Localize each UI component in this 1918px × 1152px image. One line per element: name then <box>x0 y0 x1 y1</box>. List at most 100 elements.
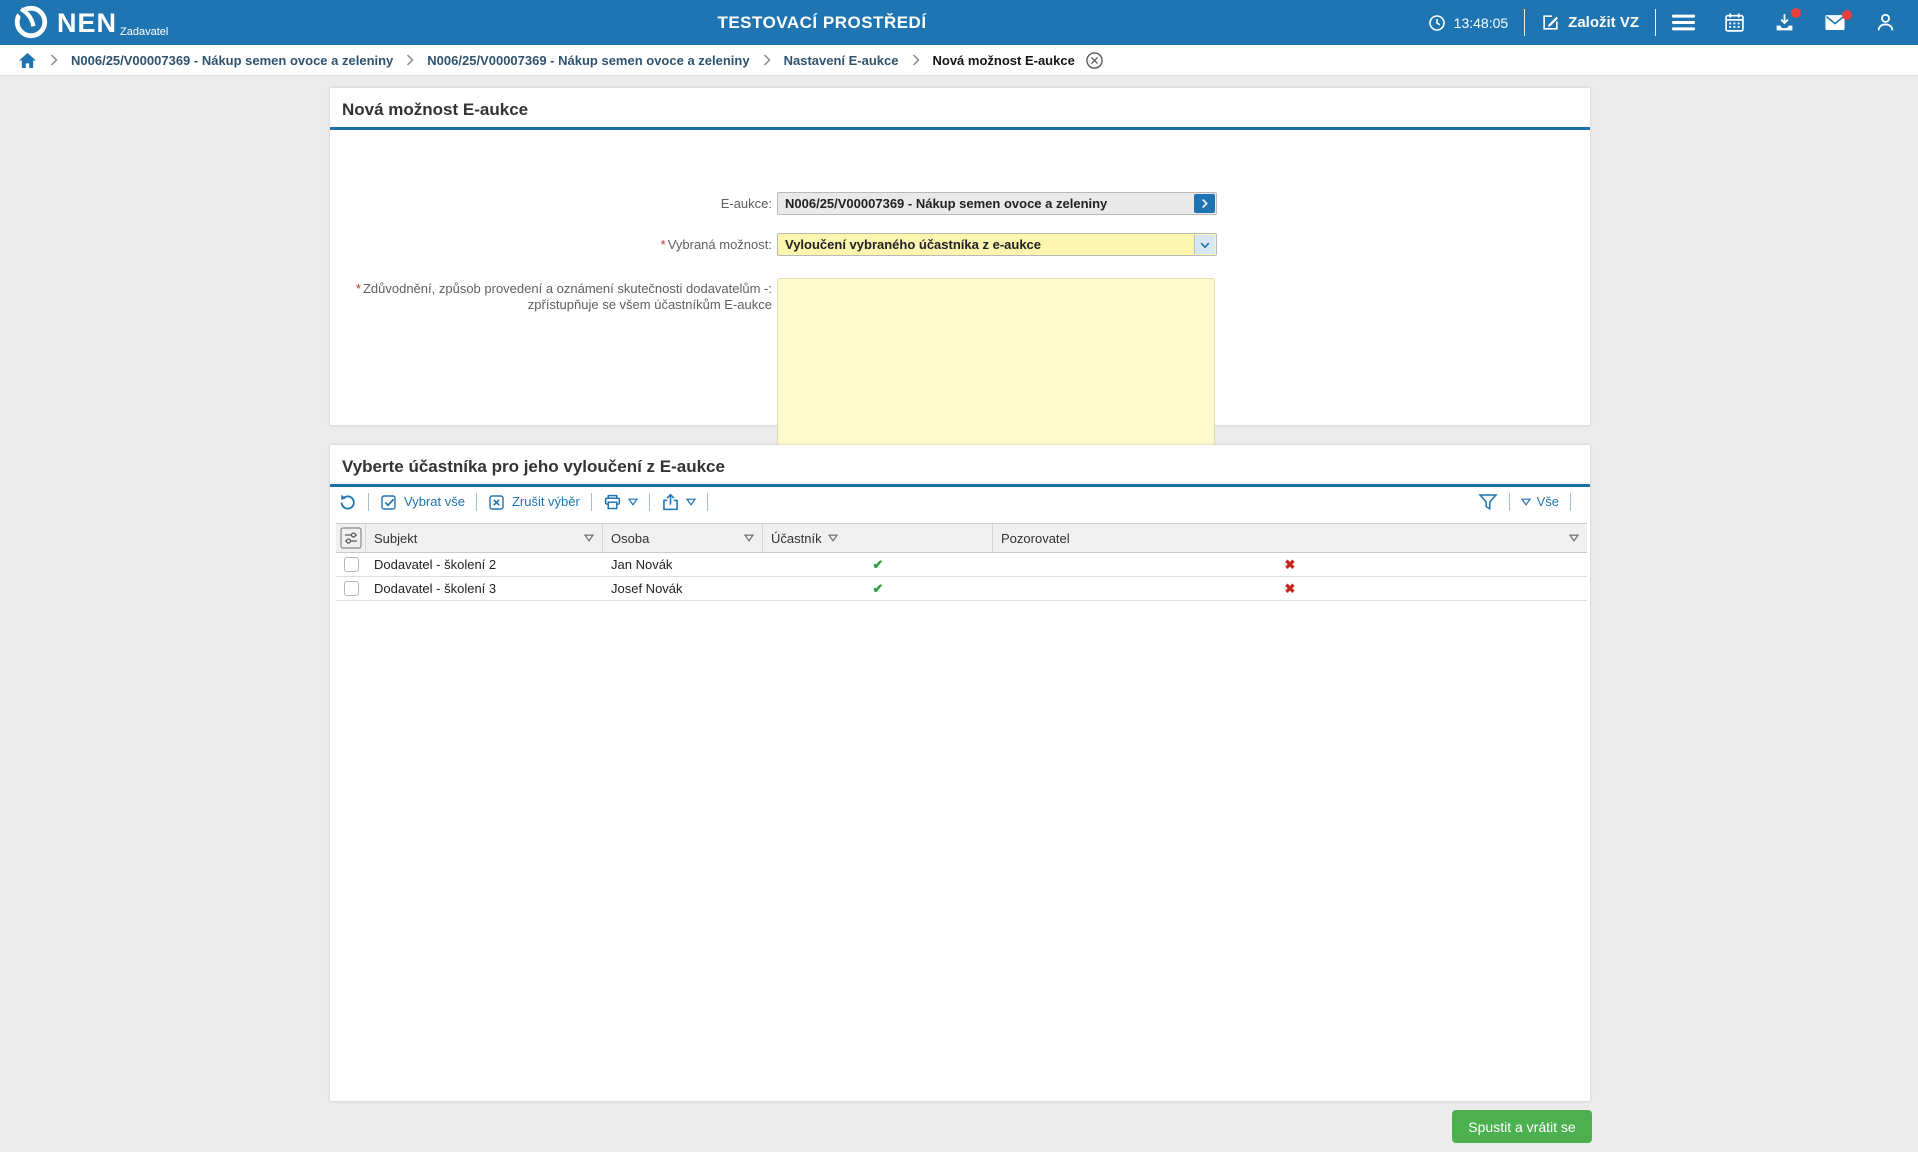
user-button[interactable] <box>1875 12 1896 33</box>
selected-option-label: *Vybraná možnost: <box>292 233 772 256</box>
toolbar-divider <box>649 493 650 511</box>
header-divider <box>1655 9 1656 36</box>
sort-caret-icon[interactable] <box>1569 534 1579 542</box>
start-and-return-button[interactable]: Spustit a vrátit se <box>1452 1110 1592 1143</box>
caret-down-icon <box>1521 498 1531 506</box>
selected-option-value: Vyloučení vybraného účastníka z e-aukce <box>785 237 1041 252</box>
messages-button[interactable] <box>1824 14 1846 31</box>
toolbar-divider <box>1509 493 1510 511</box>
clear-selection-label: Zrušit výběr <box>512 494 580 510</box>
header-actions: 13:48:05 Založit VZ <box>1428 0 1896 45</box>
edit-icon <box>1541 13 1560 32</box>
breadcrumb: N006/25/V00007369 - Nákup semen ovoce a … <box>0 45 1918 76</box>
environment-banner: TESTOVACÍ PROSTŘEDÍ <box>717 0 926 45</box>
row-checkbox[interactable] <box>344 557 359 572</box>
printer-icon <box>603 493 622 512</box>
export-icon <box>661 493 680 512</box>
create-vz-label: Založit VZ <box>1568 14 1639 31</box>
filter-button[interactable] <box>1478 493 1498 511</box>
nen-logo[interactable]: NEN Zadavatel <box>12 3 168 41</box>
breadcrumb-item-nastaveni[interactable]: Nastavení E-aukce <box>784 53 899 68</box>
required-marker: * <box>661 237 666 252</box>
column-label: Pozorovatel <box>1001 531 1070 546</box>
panel-title: Vyberte účastníka pro jeho vyloučení z E… <box>330 445 1590 484</box>
toolbar-right: Vše <box>1478 493 1582 511</box>
clock-icon <box>1428 14 1446 32</box>
create-vz-button[interactable]: Založit VZ <box>1541 13 1639 32</box>
table-toolbar: Vybrat vše Zrušit výběr <box>338 487 1582 517</box>
nen-logo-icon <box>12 3 50 41</box>
column-header-pozorovatel[interactable]: Pozorovatel <box>993 524 1587 552</box>
print-button[interactable] <box>603 493 638 512</box>
breadcrumb-item-vz-1[interactable]: N006/25/V00007369 - Nákup semen ovoce a … <box>71 53 393 68</box>
export-button[interactable] <box>661 493 696 512</box>
cross-icon: ✖ <box>1285 558 1296 571</box>
required-marker: * <box>356 281 361 296</box>
downloads-button[interactable] <box>1774 12 1795 33</box>
menu-icon <box>1672 14 1695 31</box>
justification-label: *Zdůvodnění, způsob provedení a oznámení… <box>292 278 772 313</box>
toolbar-divider <box>476 493 477 511</box>
chevron-right-icon <box>406 54 414 66</box>
participants-table: Subjekt Osoba Účastník Pozorovatel <box>336 523 1587 601</box>
row-checkbox[interactable] <box>344 581 359 596</box>
select-all-label: Vybrat vše <box>404 494 465 510</box>
select-all-button[interactable]: Vybrat vše <box>380 493 465 511</box>
checkbox-checked-icon <box>380 493 398 511</box>
eaukce-label: E-aukce: <box>292 192 772 215</box>
time-text: 13:48:05 <box>1454 15 1509 31</box>
justification-textarea[interactable] <box>777 278 1215 446</box>
dropdown-button[interactable] <box>1194 235 1215 254</box>
column-settings-button[interactable] <box>336 524 366 552</box>
header-icon-group <box>1672 12 1896 33</box>
sort-caret-icon[interactable] <box>744 534 754 542</box>
notification-dot <box>1791 8 1801 18</box>
column-label: Subjekt <box>374 531 417 546</box>
home-icon[interactable] <box>18 52 37 69</box>
calendar-button[interactable] <box>1724 12 1745 33</box>
check-icon: ✔ <box>873 582 884 595</box>
chevron-right-icon <box>763 54 771 66</box>
chevron-right-icon <box>912 54 920 66</box>
user-icon <box>1875 12 1896 33</box>
column-settings-icon <box>340 527 362 549</box>
cell-subjekt: Dodavatel - školení 3 <box>366 581 603 596</box>
notification-dot <box>1842 10 1852 20</box>
clear-selection-button[interactable]: Zrušit výběr <box>488 493 580 511</box>
brand-name: NEN <box>57 5 117 41</box>
column-label: Osoba <box>611 531 649 546</box>
table-row[interactable]: Dodavatel - školení 3 Josef Novák ✔ ✖ <box>336 577 1587 601</box>
table-header-row: Subjekt Osoba Účastník Pozorovatel <box>336 523 1587 553</box>
chevron-right-icon <box>50 54 58 66</box>
filter-scope-label: Vše <box>1537 494 1559 510</box>
panel-title: Nová možnost E-aukce <box>330 88 1590 127</box>
menu-button[interactable] <box>1672 14 1695 31</box>
toolbar-divider <box>591 493 592 511</box>
column-header-subjekt[interactable]: Subjekt <box>366 524 603 552</box>
filter-scope-button[interactable]: Vše <box>1521 494 1559 510</box>
sort-caret-icon[interactable] <box>584 534 594 542</box>
filter-funnel-icon <box>1478 493 1498 511</box>
caret-down-icon <box>686 498 696 506</box>
eaukce-field[interactable]: N006/25/V00007369 - Nákup semen ovoce a … <box>777 192 1217 215</box>
brand-subtitle: Zadavatel <box>120 26 168 38</box>
breadcrumb-item-vz-2[interactable]: N006/25/V00007369 - Nákup semen ovoce a … <box>427 53 749 68</box>
selected-option-select[interactable]: Vyloučení vybraného účastníka z e-aukce <box>777 233 1217 256</box>
caret-down-icon <box>628 498 638 506</box>
cross-icon: ✖ <box>1285 582 1296 595</box>
close-icon[interactable] <box>1085 51 1104 70</box>
header-divider <box>1524 9 1525 36</box>
column-header-ucastnik[interactable]: Účastník <box>763 524 993 552</box>
column-header-osoba[interactable]: Osoba <box>603 524 763 552</box>
table-row[interactable]: Dodavatel - školení 2 Jan Novák ✔ ✖ <box>336 553 1587 577</box>
checkbox-cross-icon <box>488 493 506 511</box>
participants-panel: Vyberte účastníka pro jeho vyloučení z E… <box>330 445 1590 1101</box>
open-detail-button[interactable] <box>1194 194 1215 213</box>
column-label: Účastník <box>771 531 822 546</box>
sort-caret-icon[interactable] <box>828 534 838 542</box>
refresh-icon <box>338 493 357 512</box>
chevron-right-icon <box>1198 197 1211 210</box>
eaukce-value: N006/25/V00007369 - Nákup semen ovoce a … <box>785 196 1107 211</box>
refresh-button[interactable] <box>338 493 357 512</box>
server-time: 13:48:05 <box>1428 14 1509 32</box>
